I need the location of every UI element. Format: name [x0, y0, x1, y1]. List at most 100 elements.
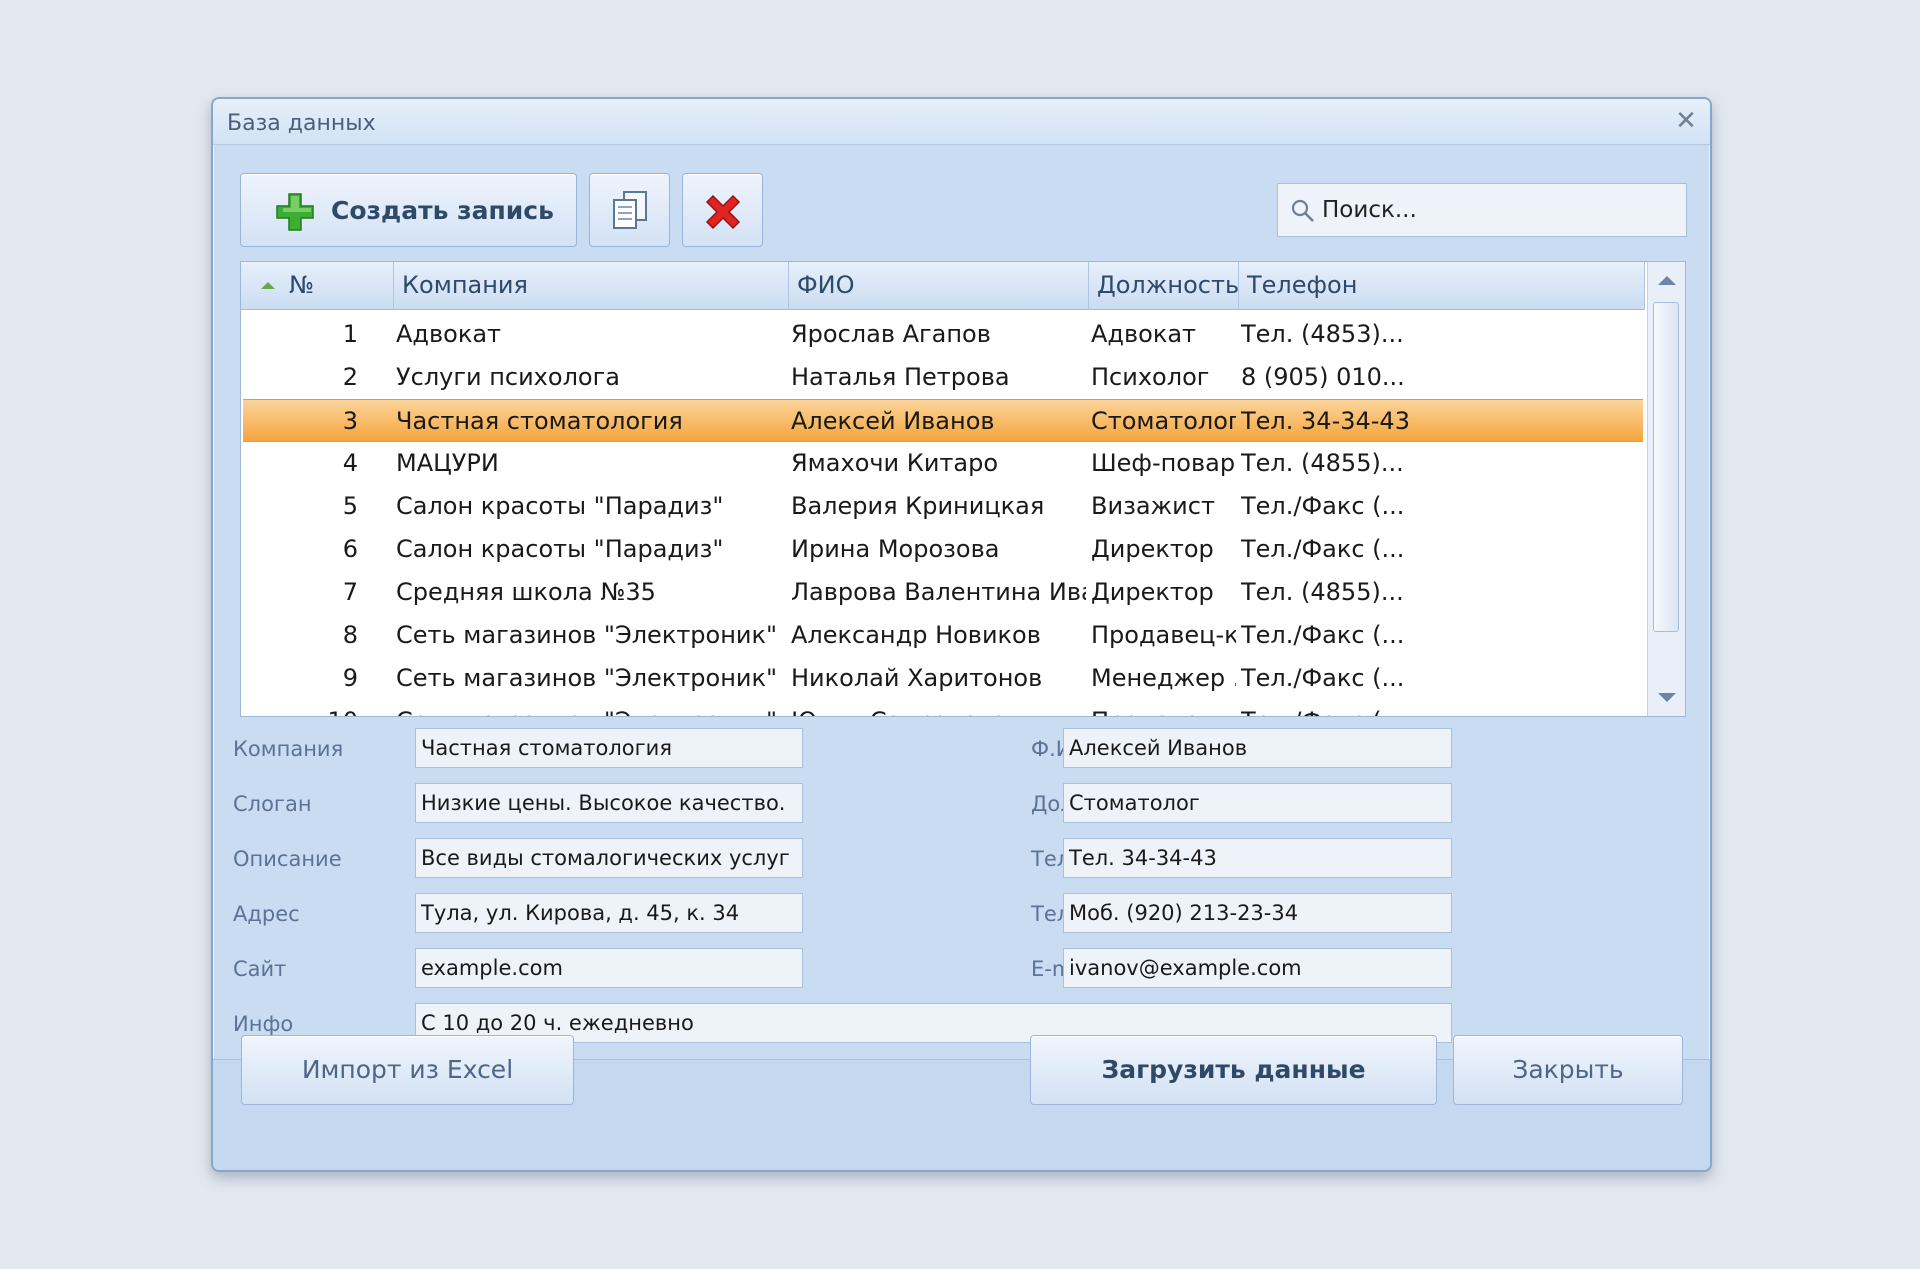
cell-position: Шеф-повар — [1091, 449, 1236, 477]
cell-company: Адвокат — [396, 320, 502, 348]
window-title: База данных — [227, 111, 376, 136]
cell-phone: 8 (905) 010... — [1241, 363, 1405, 391]
site-field[interactable]: example.com — [415, 948, 803, 988]
cell-fio: Ирина Морозова — [791, 535, 1000, 563]
create-record-label: Создать запись — [331, 196, 554, 225]
table-row[interactable]: 4 МАЦУРИ Ямахочи Китаро Шеф-повар Тел. (4855… — [243, 442, 1643, 485]
column-header-company[interactable]: Компания — [394, 262, 789, 310]
cell-company: Салон красоты "Парадиз" — [396, 492, 724, 520]
phone2-field[interactable]: Моб. (920) 213-23-34 — [1063, 893, 1452, 933]
cell-company: Средняя школа №35 — [396, 578, 656, 606]
cell-phone: Тел. (4855)... — [1241, 449, 1404, 477]
cell-num: 3 — [342, 407, 358, 435]
cell-phone: Тел. (4855)... — [1241, 578, 1404, 606]
email-field[interactable]: ivanov@example.com — [1063, 948, 1452, 988]
grid-header: № Компания ФИО Должность Телефон — [241, 262, 1645, 310]
close-icon[interactable]: ✕ — [1672, 107, 1700, 135]
cell-phone: Тел./Факс (... — [1241, 535, 1405, 563]
cell-company: Сеть магазинов "Электроник" — [396, 664, 778, 692]
table-row[interactable]: 5 Салон красоты "Парадиз" Валерия Криницка… — [243, 485, 1643, 528]
database-window: База данных ✕ Создать запись Поиск... № … — [211, 97, 1712, 1172]
cell-phone: Тел./Факс (... — [1241, 621, 1405, 649]
cell-fio: Лаврова Валентина Ивано... — [791, 578, 1086, 606]
cell-fio: Валерия Криницкая — [791, 492, 1045, 520]
cell-num: 9 — [342, 664, 358, 692]
company-field[interactable]: Частная стоматология — [415, 728, 803, 768]
vertical-scrollbar[interactable] — [1647, 262, 1685, 716]
table-row[interactable]: 2 Услуги психолога Наталья Петрова Психолог… — [243, 356, 1643, 399]
cell-company: Частная стоматология — [396, 407, 683, 435]
search-field[interactable] — [1277, 183, 1687, 237]
company-label: Компания — [233, 737, 344, 761]
scroll-thumb[interactable] — [1653, 302, 1679, 632]
cell-num: 2 — [342, 363, 358, 391]
cell-fio: Александр Новиков — [791, 621, 1041, 649]
search-input[interactable] — [1322, 194, 1672, 226]
column-header-label: № — [289, 271, 314, 299]
cell-position: Директор — [1091, 535, 1214, 563]
fio-field[interactable]: Алексей Иванов — [1063, 728, 1452, 768]
cell-fio: Наталья Петрова — [791, 363, 1010, 391]
cell-num: 8 — [342, 621, 358, 649]
slogan-field[interactable]: Низкие цены. Высокое качество. — [415, 783, 803, 823]
column-header-phone[interactable]: Телефон — [1239, 262, 1645, 310]
copy-record-button[interactable] — [589, 173, 670, 247]
cell-company: Сеть магазинов "Электроник" — [396, 700, 786, 716]
cell-position: Визажист — [1091, 492, 1215, 520]
cell-num: 4 — [342, 449, 358, 477]
cell-company: МАЦУРИ — [396, 449, 499, 477]
search-icon — [1291, 199, 1314, 222]
scroll-up-icon[interactable] — [1658, 276, 1676, 285]
description-field[interactable]: Все виды стомалогических услуг — [415, 838, 803, 878]
cell-position: Адвокат — [1091, 320, 1197, 348]
cell-phone: Тел. (4853)... — [1241, 320, 1404, 348]
scroll-down-icon[interactable] — [1658, 693, 1676, 702]
position-field[interactable]: Стоматолог — [1063, 783, 1452, 823]
create-record-button[interactable]: Создать запись — [240, 173, 577, 247]
cell-fio: Алексей Иванов — [791, 407, 995, 435]
records-grid[interactable]: № Компания ФИО Должность Телефон 1 Адвока… — [240, 261, 1686, 717]
copy-icon — [613, 191, 647, 229]
cell-position: Продавец-к... — [1091, 700, 1236, 716]
cell-phone: Тел. 34-34-43 — [1241, 407, 1410, 435]
info-label: Инфо — [233, 1012, 294, 1036]
cell-fio: Николай Харитонов — [791, 664, 1043, 692]
sort-asc-icon — [261, 282, 275, 289]
cell-fio: Юлия Самсонова — [791, 700, 1086, 716]
table-row[interactable]: 7 Средняя школа №35 Лаврова Валентина Иван… — [243, 571, 1643, 614]
plus-icon — [276, 193, 314, 231]
site-label: Сайт — [233, 957, 287, 981]
cell-phone: Тел./Факс (... — [1241, 664, 1405, 692]
cell-fio: Ямахочи Китаро — [791, 449, 999, 477]
column-header-num[interactable]: № — [241, 262, 394, 310]
table-row[interactable]: 8 Сеть магазинов "Электроник" Александр Но… — [243, 614, 1643, 657]
column-header-position[interactable]: Должность — [1089, 262, 1239, 310]
slogan-label: Слоган — [233, 792, 312, 816]
cell-company: Салон красоты "Парадиз" — [396, 535, 724, 563]
cell-phone: Тел./Факс (... — [1241, 700, 1641, 716]
table-row[interactable]: 9 Сеть магазинов "Электроник" Николай Хари… — [243, 657, 1643, 700]
phone1-field[interactable]: Тел. 34-34-43 — [1063, 838, 1452, 878]
table-row-selected[interactable]: 3 Частная стоматология Алексей Иванов Стома… — [243, 399, 1643, 442]
cell-position: Психолог — [1091, 363, 1210, 391]
cell-num: 6 — [342, 535, 358, 563]
table-row[interactable]: 6 Салон красоты "Парадиз" Ирина Морозова Ди… — [243, 528, 1643, 571]
cell-num: 5 — [342, 492, 358, 520]
address-label: Адрес — [233, 902, 300, 926]
cell-position: Стоматолог — [1091, 407, 1236, 435]
table-row[interactable]: 1 Адвокат Ярослав Агапов Адвокат Тел. (4853)… — [243, 313, 1643, 356]
cell-position: Продавец-к... — [1091, 621, 1236, 649]
close-button[interactable]: Закрыть — [1453, 1035, 1683, 1105]
cell-position: Менеджер ... — [1091, 664, 1236, 692]
description-label: Описание — [233, 847, 342, 871]
address-field[interactable]: Тула, ул. Кирова, д. 45, к. 34 — [415, 893, 803, 933]
import-excel-button[interactable]: Импорт из Excel — [241, 1035, 574, 1105]
cell-company: Сеть магазинов "Электроник" — [396, 621, 778, 649]
cell-phone: Тел./Факс (... — [1241, 492, 1405, 520]
delete-record-button[interactable] — [682, 173, 763, 247]
table-row[interactable]: 10 Сеть магазинов "Электроник" Юлия Самсон… — [243, 700, 1643, 716]
load-data-button[interactable]: Загрузить данные — [1030, 1035, 1437, 1105]
column-header-fio[interactable]: ФИО — [789, 262, 1089, 310]
delete-icon — [705, 194, 741, 230]
cell-num: 1 — [342, 320, 358, 348]
